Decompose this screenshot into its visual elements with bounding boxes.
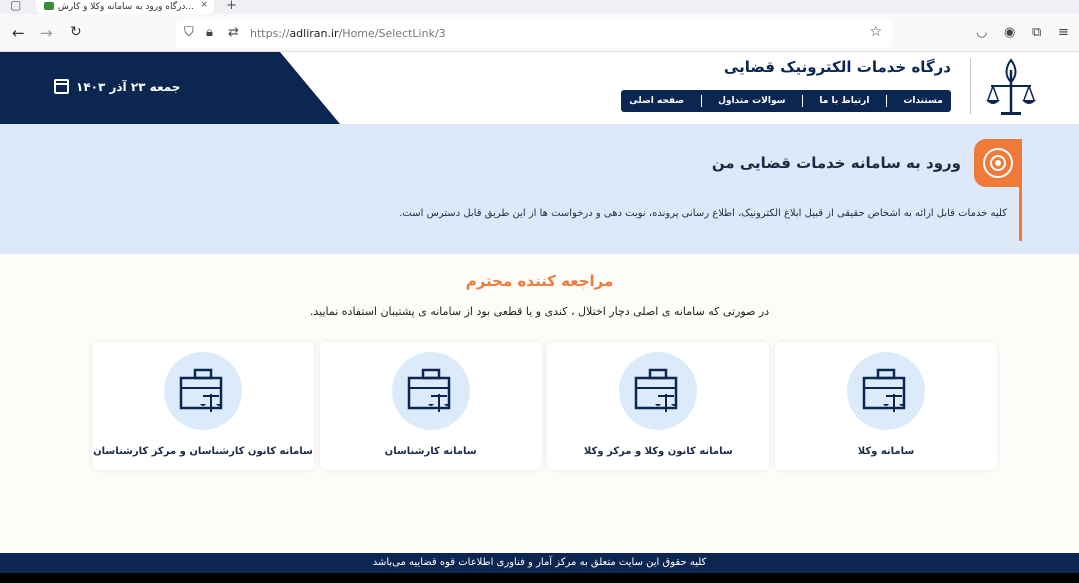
menu-icon[interactable]: ≡ [1058, 25, 1069, 40]
tab-close-icon[interactable]: × [200, 0, 208, 10]
service-cards: سامانه وکلا سامانه کانون وکلا و مرکز وکل… [92, 342, 997, 470]
current-date: جمعه ۲۳ آذر ۱۴۰۳ [76, 80, 181, 94]
card-label: سامانه کانون کارشناسان و مرکز کارشناسان [93, 446, 313, 457]
card-lawyers-system[interactable]: سامانه وکلا [774, 342, 997, 470]
address-bar[interactable]: ⛉ 🔒︎ ⇄ https://adliran.ir/Home/SelectLin… [176, 20, 892, 48]
permissions-icon[interactable]: ⇄ [228, 25, 239, 40]
browser-tab[interactable]: درگاه ورود به سامانه وکلا و کارش... × [36, 0, 214, 14]
banner-title: ورود به سامانه خدمات قضایی من [711, 154, 961, 172]
forward-icon[interactable]: → [40, 24, 53, 42]
nav-documents[interactable]: مستندات [903, 96, 942, 106]
bottom-strip [0, 573, 1079, 583]
tab-list-icon[interactable]: ▢ [10, 0, 21, 12]
new-tab-button[interactable]: + [226, 0, 237, 13]
briefcase-scale-icon [164, 352, 242, 430]
main-heading: مراجعه کننده محترم [465, 272, 614, 290]
lock-icon[interactable]: 🔒︎ [206, 25, 213, 40]
target-icon [974, 139, 1022, 187]
header-divider [970, 58, 971, 114]
nav-home[interactable]: صفحه اصلی [629, 96, 684, 106]
pocket-icon[interactable]: ◡ [976, 25, 987, 40]
nav-faq[interactable]: سوالات متداول [718, 96, 785, 106]
account-icon[interactable]: ◉ [1004, 25, 1015, 40]
card-label: سامانه کارشناسان [384, 446, 477, 457]
tab-title: درگاه ورود به سامانه وکلا و کارش... [57, 2, 194, 12]
nav-separator [885, 95, 887, 107]
site-header: جمعه ۲۳ آذر ۱۴۰۳ درگاه خدمات الکترونیک ق… [0, 52, 1079, 124]
url-text[interactable]: https://adliran.ir/Home/SelectLink/3 [250, 27, 446, 40]
card-lawyers-bar-system[interactable]: سامانه کانون وکلا و مرکز وکلا [547, 342, 770, 470]
card-label: سامانه کانون وکلا و مرکز وکلا [583, 446, 733, 457]
judiciary-emblem-icon [986, 58, 1036, 115]
back-icon[interactable]: ← [12, 24, 25, 42]
nav-separator [801, 95, 803, 107]
reload-icon[interactable]: ↻ [70, 24, 82, 40]
banner-description: کلیه خدمات قابل ارائه به اشخاص حقیقی از … [399, 208, 1007, 219]
nav-separator [700, 95, 702, 107]
browser-tab-strip: ▢ درگاه ورود به سامانه وکلا و کارش... × … [0, 0, 1079, 14]
card-experts-system[interactable]: سامانه کارشناسان [319, 342, 542, 470]
site-footer: کلیه حقوق این سایت متعلق به مرکز آمار و … [0, 553, 1079, 573]
site-title: درگاه خدمات الکترونیک قضایی [723, 58, 951, 76]
shield-icon[interactable]: ⛉ [184, 25, 194, 40]
intro-banner: ورود به سامانه خدمات قضایی من کلیه خدمات… [0, 124, 1079, 254]
nav-contact[interactable]: ارتباط با ما [819, 96, 869, 106]
card-label: سامانه وکلا [857, 446, 915, 457]
briefcase-scale-icon [619, 352, 698, 430]
star-icon[interactable]: ☆ [869, 24, 882, 40]
browser-toolbar: ← → ↻ ⛉ 🔒︎ ⇄ https://adliran.ir/Home/Sel… [0, 14, 1079, 52]
main-subtext: در صورتی که سامانه ی اصلی دچار اختلال ، … [309, 305, 770, 318]
card-experts-center-system[interactable]: سامانه کانون کارشناسان و مرکز کارشناسان [92, 342, 314, 470]
briefcase-scale-icon [846, 352, 925, 430]
site-favicon-icon [44, 2, 54, 10]
extensions-icon[interactable]: ⧉ [1032, 25, 1041, 40]
calendar-icon [54, 79, 69, 94]
briefcase-scale-icon [391, 352, 470, 430]
main-nav: صفحه اصلی سوالات متداول ارتباط با ما مست… [621, 90, 951, 112]
